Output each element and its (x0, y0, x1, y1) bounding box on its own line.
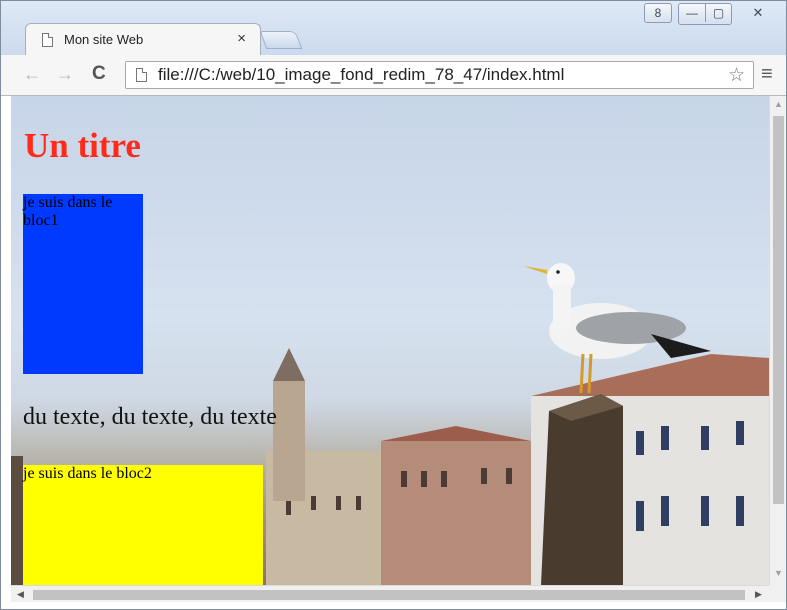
body-text: du texte, du texte, du texte (23, 404, 277, 430)
star-icon[interactable]: ☆ (728, 64, 745, 87)
window-controls: 8 — ▢ ✕ (644, 3, 778, 25)
toolbar: ← → C file:///C:/web/10_image_fond_redim… (1, 55, 786, 96)
new-tab-button[interactable] (259, 31, 303, 49)
browser-window: 8 — ▢ ✕ Mon site Web × ← → C file:///C:/… (0, 0, 787, 610)
page-viewport: Un titre je suis dans le bloc1 du texte,… (11, 96, 769, 585)
window-left-edge (1, 96, 11, 606)
address-bar[interactable]: file:///C:/web/10_image_fond_redim_78_47… (125, 61, 754, 89)
minimize-button[interactable]: — (679, 4, 705, 22)
close-window-button[interactable]: ✕ (738, 3, 778, 23)
url-text[interactable]: file:///C:/web/10_image_fond_redim_78_47… (158, 65, 564, 85)
reload-button[interactable]: C (92, 64, 106, 84)
page-content: Un titre je suis dans le bloc1 du texte,… (11, 96, 769, 585)
user-profile-button[interactable]: 8 (644, 3, 672, 23)
tab-title: Mon site Web (64, 32, 144, 47)
vertical-scrollbar[interactable]: ▲ ▼ (769, 96, 786, 585)
tab-mon-site-web[interactable]: Mon site Web × (25, 23, 261, 56)
scroll-right-arrow-icon[interactable]: ▶ (755, 589, 762, 600)
horizontal-scrollbar[interactable]: ◀ ▶ (11, 585, 769, 602)
vertical-scroll-thumb[interactable] (773, 116, 784, 504)
maximize-button[interactable]: ▢ (705, 4, 731, 22)
bloc1: je suis dans le bloc1 (23, 194, 143, 374)
tab-close-button[interactable]: × (237, 30, 246, 47)
scroll-down-arrow-icon[interactable]: ▼ (774, 568, 783, 578)
scrollbar-corner (769, 585, 786, 602)
title-bar: 8 — ▢ ✕ Mon site Web × (1, 1, 786, 56)
page-icon (42, 33, 53, 47)
scroll-left-arrow-icon[interactable]: ◀ (17, 589, 24, 600)
forward-button[interactable]: → (56, 64, 74, 84)
back-button[interactable]: ← (23, 64, 41, 84)
bloc2: je suis dans le bloc2 (23, 465, 263, 585)
page-icon (136, 68, 147, 82)
menu-icon[interactable]: ≡ (761, 64, 773, 84)
scroll-up-arrow-icon[interactable]: ▲ (774, 99, 783, 109)
window-button-group: — ▢ (678, 3, 732, 25)
horizontal-scroll-thumb[interactable] (33, 590, 745, 600)
page-title: Un titre (24, 126, 141, 165)
